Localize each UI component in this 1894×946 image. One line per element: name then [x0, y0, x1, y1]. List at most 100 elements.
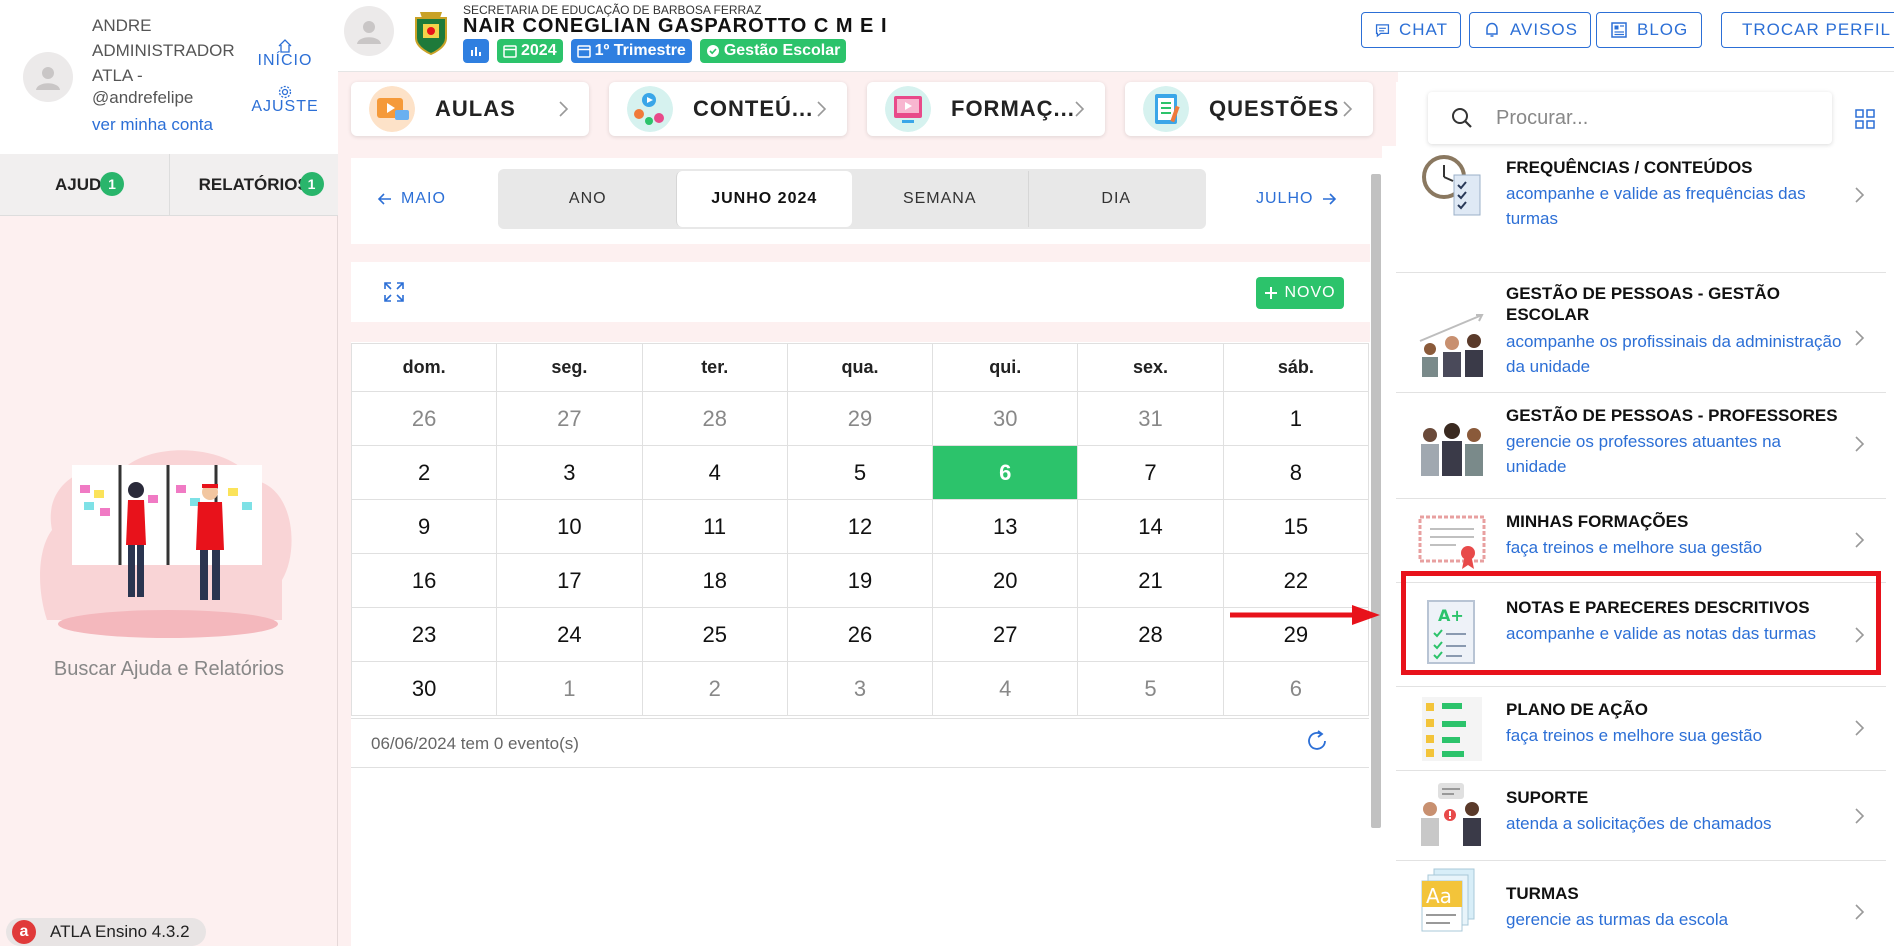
day-cell[interactable]: 3 [786, 661, 934, 716]
day-cell[interactable]: 24 [496, 607, 643, 662]
view-day[interactable]: DIA [1027, 171, 1205, 227]
left-sidebar: ANDRE ADMINISTRADOR ATLA - @andrefelipe … [0, 0, 338, 946]
tab-relatorios[interactable]: RELATÓRIOS 1 [168, 154, 339, 215]
home-shortcut[interactable]: INÍCIO [250, 38, 320, 70]
view-month[interactable]: JUNHO 2024 [675, 171, 852, 227]
day-cell[interactable]: 27 [932, 607, 1079, 662]
version-chip[interactable]: a ATLA Ensino 4.3.2 [6, 918, 206, 946]
chevron-right-icon [1855, 532, 1865, 548]
day-cell[interactable]: 3 [496, 445, 643, 500]
term-chip[interactable]: 1º Trimestre [570, 39, 692, 63]
day-cell[interactable]: 19 [786, 553, 934, 608]
top-header: SECRETARIA DE EDUCAÇÃO DE BARBOSA FERRAZ… [338, 0, 1894, 72]
avisos-button[interactable]: AVISOS [1469, 12, 1591, 48]
next-month-link[interactable]: JULHO [1256, 190, 1337, 208]
day-cell[interactable]: 23 [350, 607, 498, 662]
stats-chip[interactable] [463, 39, 489, 63]
certificate-icon [1418, 515, 1486, 569]
day-cell[interactable]: 30 [350, 661, 498, 716]
day-cell[interactable]: 2 [350, 445, 498, 500]
menu-item-turmas[interactable]: Aa TURMAS gerencie as turmas da escola [1396, 861, 1886, 946]
day-cell[interactable]: 26 [786, 607, 934, 662]
calendar-divider [351, 322, 1370, 342]
day-cell[interactable]: 13 [932, 499, 1079, 554]
day-cell[interactable]: 2 [641, 661, 788, 716]
day-cell[interactable]: 7 [1077, 445, 1224, 500]
day-cell[interactable]: 29 [786, 391, 934, 446]
left-tabs: AJUDA 1 RELATÓRIOS 1 [0, 154, 338, 216]
day-cell[interactable]: 15 [1222, 499, 1370, 554]
category-questoes[interactable]: QUESTÕES [1125, 82, 1373, 136]
day-cell[interactable]: 20 [932, 553, 1079, 608]
day-cell[interactable]: 31 [1077, 391, 1224, 446]
day-cell[interactable]: 12 [786, 499, 934, 554]
search-input[interactable] [1496, 104, 1816, 132]
category-aulas[interactable]: AULAS [351, 82, 589, 136]
questions-checklist-icon [1143, 86, 1189, 132]
day-cell[interactable]: 30 [932, 391, 1079, 446]
user-avatar[interactable] [23, 52, 73, 102]
menu-item-suporte[interactable]: SUPORTE atenda a solicitações de chamado… [1396, 771, 1886, 861]
menu-item-frequencias[interactable]: FREQUÊNCIAS / CONTEÚDOS acompanhe e vali… [1396, 153, 1886, 273]
day-cell[interactable]: 1 [1222, 391, 1370, 446]
day-cell[interactable]: 14 [1077, 499, 1224, 554]
day-cell[interactable]: 27 [496, 391, 643, 446]
menu-item-plano-acao[interactable]: PLANO DE AÇÃO faça treinos e melhore sua… [1396, 687, 1886, 771]
day-cell[interactable]: 5 [786, 445, 934, 500]
help-illustration [40, 450, 292, 638]
day-cell[interactable]: 25 [641, 607, 788, 662]
chat-button[interactable]: CHAT [1361, 12, 1461, 48]
chevron-right-icon [1075, 101, 1085, 117]
expand-icon[interactable] [383, 281, 405, 303]
day-cell[interactable]: 4 [932, 661, 1079, 716]
highlight-annotation [1401, 571, 1881, 675]
school-avatar[interactable] [344, 6, 394, 56]
term-chip-label: 1º Trimestre [594, 42, 686, 59]
refresh-icon[interactable] [1304, 728, 1330, 754]
tab-relatorios-label: RELATÓRIOS [198, 174, 309, 194]
day-cell[interactable]: 10 [496, 499, 643, 554]
day-cell[interactable]: 21 [1077, 553, 1224, 608]
settings-shortcut[interactable]: AJUSTE [250, 84, 320, 116]
day-cell[interactable]: 5 [1077, 661, 1224, 716]
switch-profile-button[interactable]: TROCAR PERFIL [1721, 12, 1894, 48]
prev-month-link[interactable]: MAIO [377, 190, 446, 208]
year-chip[interactable]: 2024 [497, 39, 563, 63]
today-cell[interactable]: 6 [932, 445, 1079, 500]
day-cell[interactable]: 18 [641, 553, 788, 608]
calendar-scroll-thumb[interactable] [1371, 174, 1381, 828]
menu-item-desc: faça treinos e melhore sua gestão [1506, 726, 1763, 745]
day-cell[interactable]: 17 [496, 553, 643, 608]
blog-button[interactable]: BLOG [1596, 12, 1702, 48]
grid-view-icon[interactable] [1854, 108, 1876, 130]
menu-item-title: GESTÃO DE PESSOAS - PROFESSORES [1506, 406, 1838, 425]
view-week[interactable]: SEMANA [852, 171, 1028, 227]
weekday-header: qua. [786, 343, 934, 392]
day-cell[interactable]: 9 [350, 499, 498, 554]
menu-item-professores[interactable]: GESTÃO DE PESSOAS - PROFESSORES gerencie… [1396, 393, 1886, 499]
weekday-header: seg. [496, 343, 643, 392]
day-cell[interactable]: 1 [496, 661, 643, 716]
menu-item-desc: atenda a solicitações de chamados [1506, 814, 1772, 833]
view-year[interactable]: ANO [500, 171, 676, 227]
category-formacoes[interactable]: FORMAÇ... [867, 82, 1105, 136]
tab-ajuda[interactable]: AJUDA 1 [0, 154, 169, 215]
day-cell[interactable]: 4 [641, 445, 788, 500]
day-cell[interactable]: 16 [350, 553, 498, 608]
day-cell[interactable]: 8 [1222, 445, 1370, 500]
day-cell[interactable]: 11 [641, 499, 788, 554]
profile-chip[interactable]: Gestão Escolar [699, 39, 847, 63]
day-cell[interactable]: 26 [350, 391, 498, 446]
category-conteudos[interactable]: CONTEÚ... [609, 82, 847, 136]
my-account-link[interactable]: ver minha conta [92, 115, 213, 135]
day-cell[interactable]: 6 [1222, 661, 1370, 716]
check-circle-icon [706, 45, 719, 57]
day-cell[interactable]: 28 [641, 391, 788, 446]
category-questoes-label: QUESTÕES [1209, 96, 1340, 121]
support-icon [1421, 783, 1481, 846]
day-cell[interactable]: 22 [1222, 553, 1370, 608]
day-cell[interactable]: 28 [1077, 607, 1224, 662]
bar-chart-icon [471, 47, 481, 56]
new-event-button[interactable]: NOVO [1256, 277, 1344, 309]
menu-item-gestao-escolar[interactable]: GESTÃO DE PESSOAS - GESTÃO ESCOLAR acomp… [1396, 273, 1886, 393]
